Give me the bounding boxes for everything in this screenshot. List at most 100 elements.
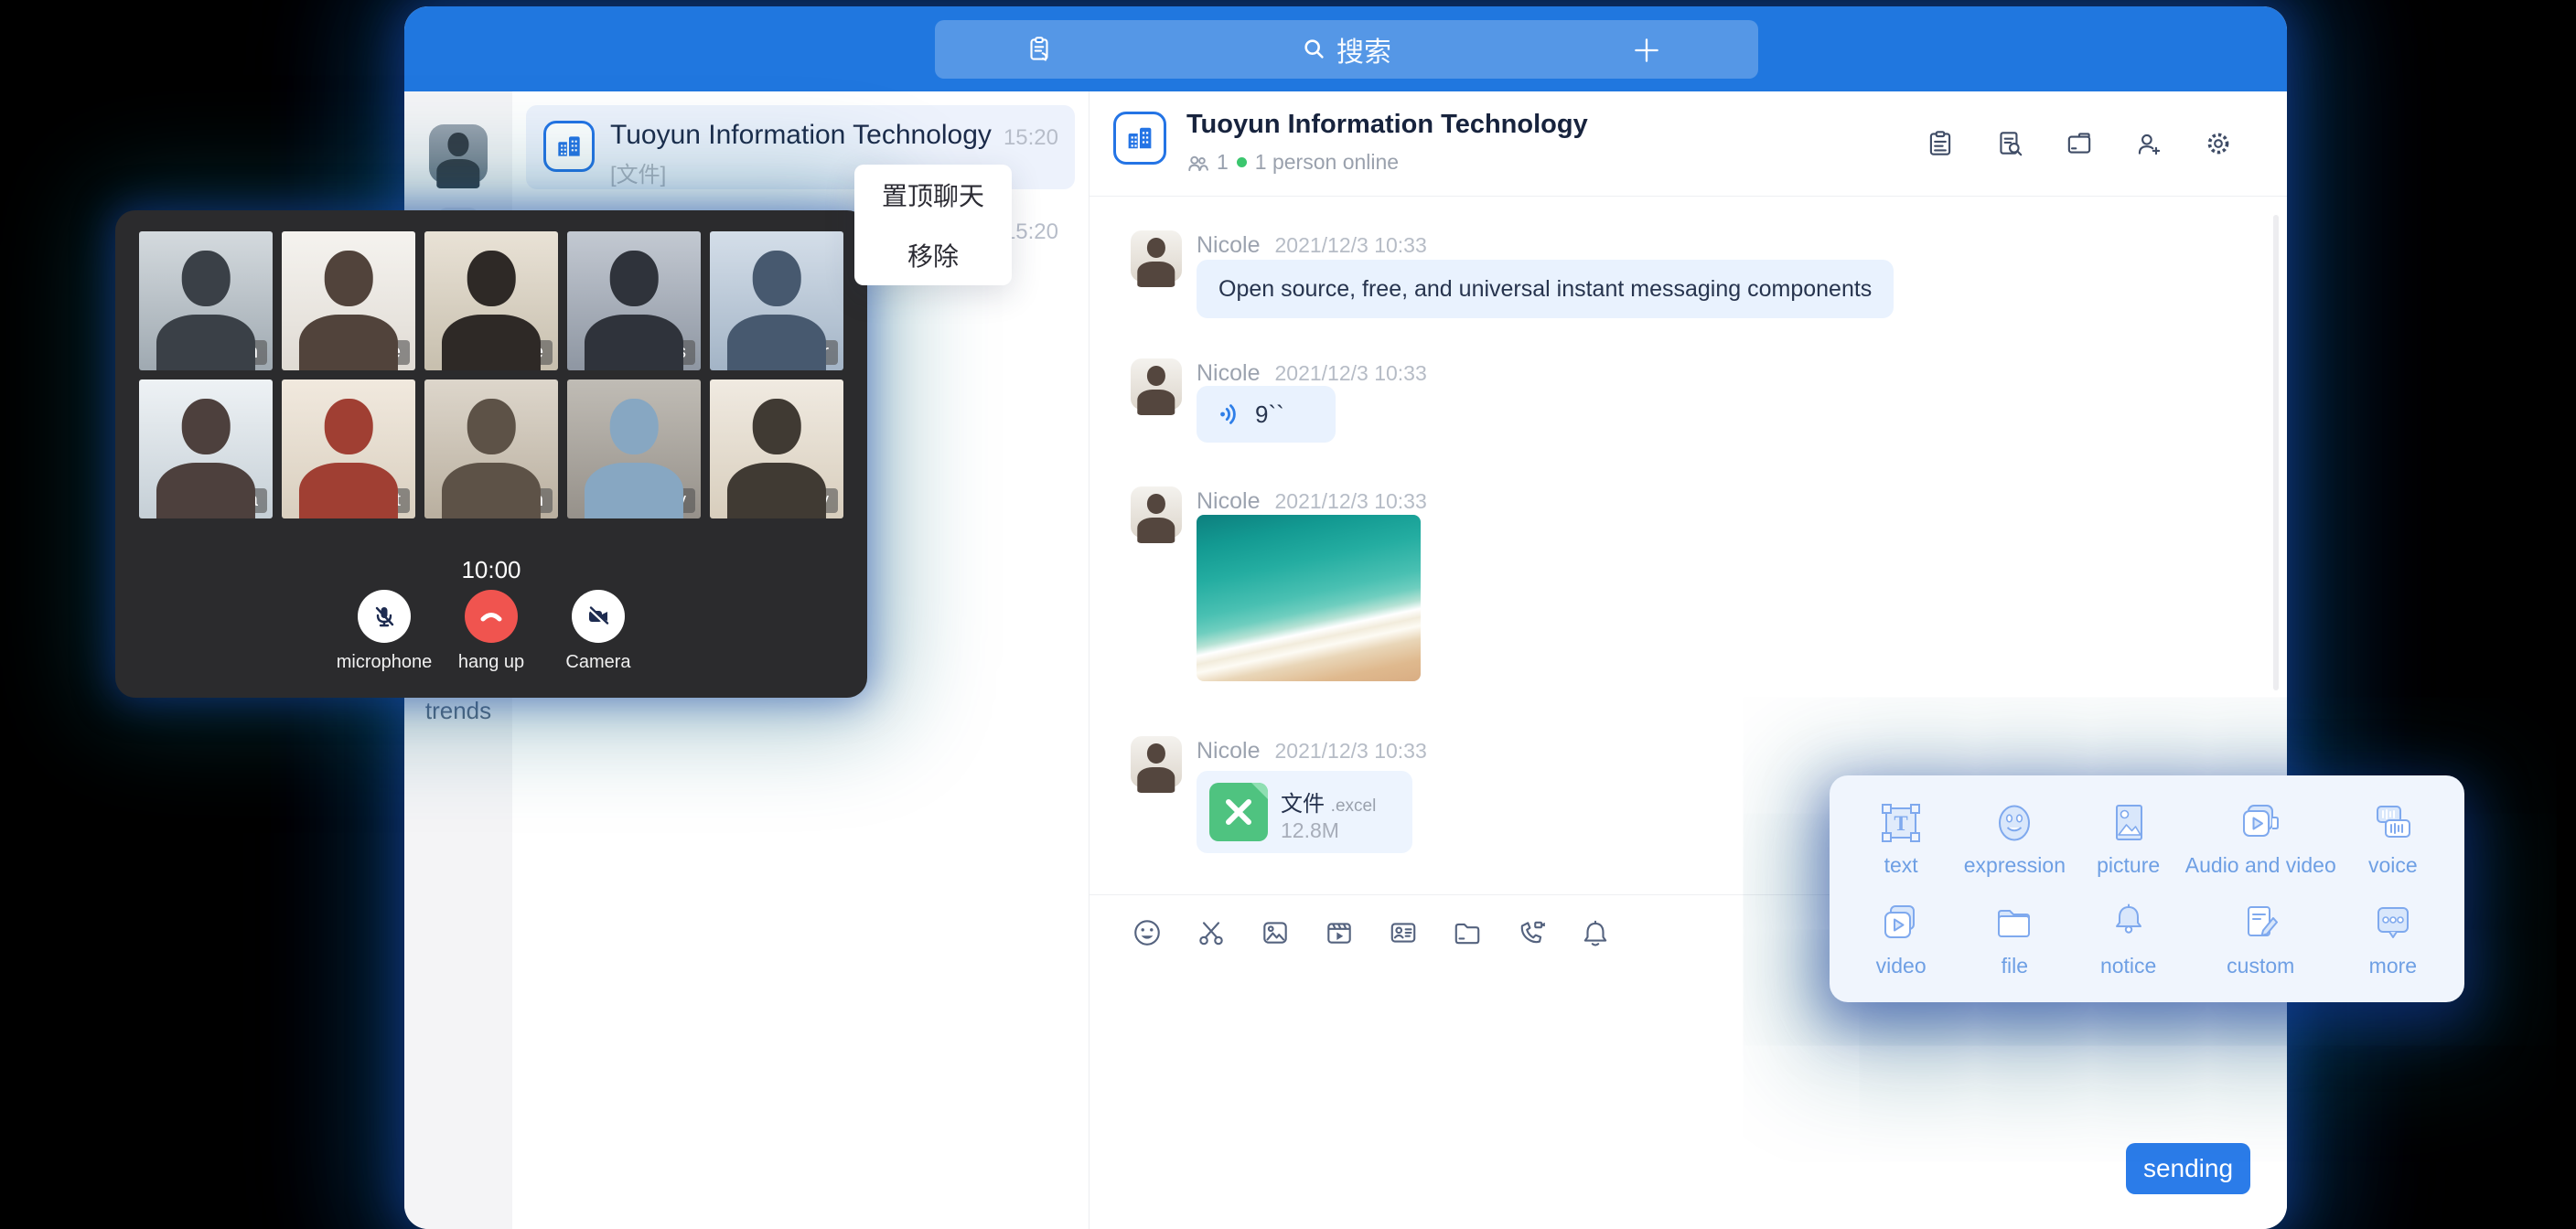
participant-name: patton <box>198 340 267 365</box>
sidebar-item-label: trends <box>425 697 491 724</box>
participant-tile: danika <box>139 379 273 518</box>
group-avatar <box>1113 112 1166 165</box>
panel-item-custom[interactable]: custom <box>2185 889 2336 989</box>
participant-name: danika <box>195 488 267 513</box>
message-meta: Nicole 2021/12/3 10:33 <box>1197 488 1427 515</box>
call-controls: microphone hang up <box>115 590 867 673</box>
page-title: Tuoyun Information Technology <box>1186 110 1588 140</box>
avatar[interactable] <box>429 124 488 183</box>
control-label: hang up <box>458 652 524 673</box>
video-msg-icon <box>1877 900 1925 947</box>
chat-subtitle: 1 1 person online <box>1186 150 1399 175</box>
plus-icon[interactable] <box>1630 34 1663 67</box>
building-icon <box>553 131 585 162</box>
participant-tile: patton <box>139 231 273 370</box>
online-status: 1 person online <box>1255 150 1399 175</box>
video-call-overlay: patton Nicole zole venus stellar danika … <box>115 210 867 698</box>
panel-item-video[interactable]: video <box>1844 889 1958 989</box>
participant-name: Nicole <box>340 340 410 365</box>
sender-name: Nicole <box>1197 738 1260 764</box>
search-bar[interactable]: 搜索 <box>935 20 1758 79</box>
message-time: 2021/12/3 10:33 <box>1274 739 1426 764</box>
building-icon <box>1123 122 1156 155</box>
screenshot-icon[interactable] <box>1195 916 1228 949</box>
file-folder-icon <box>1991 900 2038 947</box>
camera-control: Camera <box>543 590 653 673</box>
context-menu: 置顶聊天 移除 <box>854 165 1012 285</box>
panel-item-voice[interactable]: voice <box>2336 788 2450 889</box>
call-record-icon[interactable] <box>1925 128 1956 159</box>
avatar[interactable] <box>1131 230 1182 282</box>
mic-off-button[interactable] <box>358 590 411 643</box>
more-icon <box>2369 900 2417 947</box>
panel-item-notice[interactable]: notice <box>2072 889 2185 989</box>
panel-item-expression[interactable]: expression <box>1958 788 2071 889</box>
svg-text:T: T <box>1894 812 1907 835</box>
menu-item-remove[interactable]: 移除 <box>854 225 1012 285</box>
menu-item-pin-chat[interactable]: 置顶聊天 <box>854 165 1012 225</box>
settings-icon[interactable] <box>2203 128 2234 159</box>
participant-name: stellar <box>771 340 838 365</box>
header-actions <box>1925 128 2234 159</box>
composer-toolbar <box>1131 916 1612 949</box>
chat-time: 15:20 <box>1004 125 1058 151</box>
panel-item-audio-video[interactable]: Audio and video <box>2185 788 2336 889</box>
sender-name: Nicole <box>1197 232 1260 259</box>
participant-name: aldrich <box>480 488 553 513</box>
files-icon[interactable] <box>2064 128 2095 159</box>
add-member-icon[interactable] <box>2133 128 2164 159</box>
panel-item-file[interactable]: file <box>1958 889 2071 989</box>
chat-main: Tuoyun Information Technology 1 1 person… <box>1089 91 2287 1229</box>
message-meta: Nicole 2021/12/3 10:33 <box>1197 232 1427 259</box>
picture-icon <box>2105 799 2152 847</box>
participant-tile: ernest <box>282 379 415 518</box>
scrollbar[interactable] <box>2273 215 2279 690</box>
control-label: Camera <box>565 652 630 673</box>
expression-icon <box>1991 799 2038 847</box>
panel-item-text[interactable]: T text <box>1844 788 1958 889</box>
participant-name: zole <box>500 340 553 365</box>
message-time: 2021/12/3 10:33 <box>1274 233 1426 258</box>
image-attachment[interactable] <box>1197 515 1421 681</box>
file-attachment[interactable]: 文件 .excel 12.8M <box>1197 771 1412 853</box>
file-icon[interactable] <box>1451 916 1484 949</box>
avatar[interactable] <box>1131 736 1182 787</box>
search-history-icon[interactable] <box>1994 128 2025 159</box>
excel-file-icon <box>1209 783 1268 841</box>
call-timer: 10:00 <box>115 556 867 584</box>
online-dot <box>1237 157 1247 167</box>
custom-icon <box>2237 900 2284 947</box>
file-size: 12.8M <box>1281 818 1339 843</box>
voice-duration: 9`` <box>1255 401 1284 429</box>
video-call-icon[interactable] <box>1515 916 1548 949</box>
image-icon[interactable] <box>1259 916 1292 949</box>
chat-title: Tuoyun Information Technology <box>610 120 992 151</box>
participant-name: Anthony <box>610 488 695 513</box>
participant-name: venus <box>628 340 695 365</box>
video-icon[interactable] <box>1323 916 1356 949</box>
participant-tile: zole <box>424 231 558 370</box>
message-meta: Nicole 2021/12/3 10:33 <box>1197 738 1427 764</box>
chat-last-message: [文件] <box>610 156 666 188</box>
participant-tile: Nicole <box>282 231 415 370</box>
participant-tile: aldrich <box>424 379 558 518</box>
panel-item-more[interactable]: more <box>2336 889 2450 989</box>
member-count: 1 <box>1217 150 1229 175</box>
notification-icon[interactable] <box>1579 916 1612 949</box>
group-avatar <box>543 121 595 172</box>
camera-off-button[interactable] <box>572 590 625 643</box>
participant-tile: venus <box>567 231 701 370</box>
panel-item-picture[interactable]: picture <box>2072 788 2185 889</box>
contact-card-icon[interactable] <box>1387 916 1420 949</box>
avatar[interactable] <box>1131 486 1182 538</box>
avatar[interactable] <box>1131 358 1182 410</box>
hang-up-icon <box>477 602 506 631</box>
text-bubble[interactable]: Open source, free, and universal instant… <box>1197 260 1894 318</box>
participant-name: ernest <box>340 488 410 513</box>
hang-up-button[interactable] <box>465 590 518 643</box>
emoji-icon[interactable] <box>1131 916 1164 949</box>
voice-bubble[interactable]: 9`` <box>1197 386 1336 443</box>
screenshot-root: 搜索 trends <box>0 0 2576 1229</box>
send-button[interactable]: sending <box>2126 1143 2250 1194</box>
participant-name: gary <box>784 488 838 513</box>
